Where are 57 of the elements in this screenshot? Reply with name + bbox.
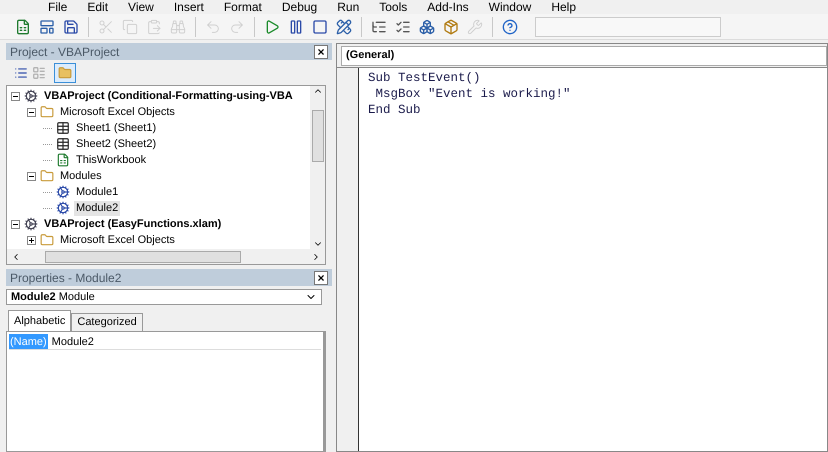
folder-icon — [40, 233, 54, 247]
tree-item[interactable]: Sheet1 (Sheet1) — [74, 120, 158, 136]
view-code-icon[interactable] — [14, 66, 28, 80]
close-button[interactable]: × — [314, 270, 328, 284]
panel-title: Project - VBAProject — [10, 44, 120, 60]
menu-item[interactable]: Help — [551, 0, 576, 14]
object-dropdown[interactable]: Module2 Module — [6, 289, 322, 305]
code-line: MsgBox "Event is working!" — [374, 86, 572, 102]
menu-item[interactable]: View — [128, 0, 154, 14]
menu-item[interactable]: Run — [337, 0, 360, 14]
folder-icon — [40, 169, 54, 183]
tree-item[interactable]: Module2 — [74, 200, 120, 216]
menu-item[interactable]: Format — [224, 0, 262, 14]
gears-icon — [24, 217, 38, 231]
tree-item[interactable]: Microsoft Excel Objects — [58, 104, 177, 120]
tree-item[interactable]: Module1 — [74, 184, 120, 200]
panel-title: Properties - Module2 — [10, 270, 122, 286]
collapse-toggle[interactable] — [11, 92, 20, 100]
menu-item[interactable]: Insert — [174, 0, 204, 14]
tree-item[interactable]: ThisWorkbook — [74, 152, 148, 168]
scroll-thumb[interactable] — [45, 250, 241, 262]
code-line: End Sub — [368, 102, 422, 118]
menu-item[interactable]: Window — [488, 0, 532, 14]
tab[interactable]: Alphabetic — [8, 310, 72, 331]
menu-item[interactable]: Add-Ins — [427, 0, 469, 14]
menu-item[interactable]: Edit — [87, 0, 108, 14]
tree-item[interactable]: VBAProject (Conditional-Formatting-using-VBA — [42, 88, 295, 104]
folder-icon — [58, 66, 72, 80]
folder-icon — [40, 105, 54, 119]
workbook-icon — [56, 153, 70, 167]
tree-item[interactable]: Modules — [58, 168, 104, 184]
menu-item[interactable]: Debug — [282, 0, 318, 14]
menu-item[interactable]: Tools — [379, 0, 408, 14]
tab[interactable]: Categorized — [71, 313, 143, 331]
module-icon — [56, 185, 70, 199]
module-icon — [56, 201, 70, 215]
collapse-toggle[interactable] — [11, 220, 20, 228]
collapse-toggle[interactable] — [27, 172, 36, 180]
menu-item[interactable]: File — [48, 0, 68, 14]
expand-toggle[interactable] — [27, 236, 36, 244]
folder-toggle-button[interactable] — [54, 62, 76, 82]
tree-item[interactable]: Sheet2 (Sheet2) — [74, 136, 158, 152]
sheet-icon — [56, 137, 70, 151]
close-button[interactable]: × — [314, 44, 328, 58]
tree-item[interactable]: VBAProject (EasyFunctions.xlam) — [42, 216, 224, 232]
property-value[interactable]: Module2 — [48, 334, 94, 349]
collapse-toggle[interactable] — [27, 108, 36, 116]
tree-item[interactable]: Microsoft Excel Objects — [58, 232, 177, 248]
object-dropdown[interactable]: (General) — [341, 46, 827, 66]
scroll-thumb[interactable] — [312, 110, 324, 162]
gears-icon — [24, 89, 38, 103]
object-name: Module2 Module — [11, 290, 95, 305]
vertical-scrollbar[interactable] — [310, 86, 325, 249]
code-editor[interactable]: Sub TestEvent() MsgBox "Event is working!" End Sub — [359, 68, 827, 451]
sheet-icon — [56, 121, 70, 135]
horizontal-scrollbar[interactable] — [7, 249, 325, 264]
code-line: Sub TestEvent() — [368, 70, 482, 86]
